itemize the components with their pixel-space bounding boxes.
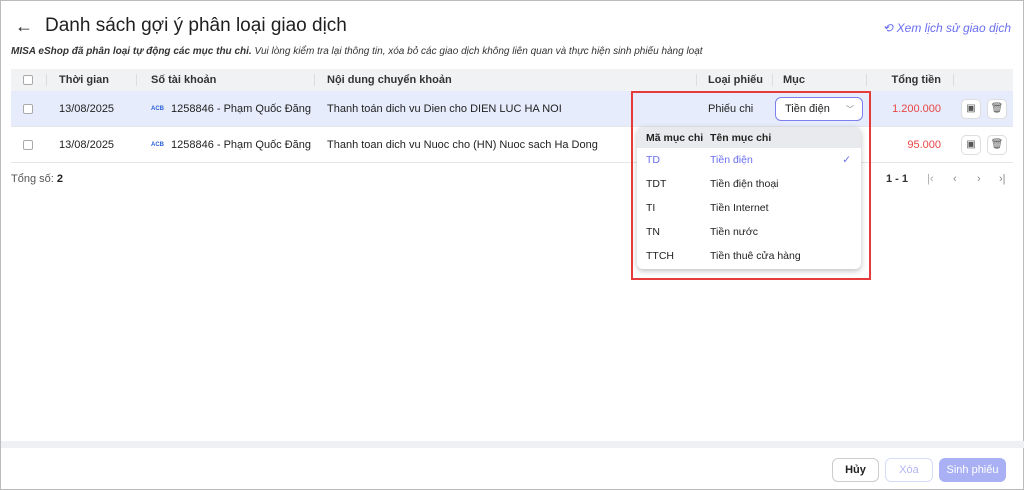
page-title: Danh sách gợi ý phân loại giao dịch [45, 15, 347, 36]
note-text: Vui lòng kiểm tra lại thông tin, xóa bỏ … [251, 46, 703, 57]
row-content: Thanh toán dich vu Dien cho DIEN LUC HA … [327, 102, 562, 115]
history-link[interactable]: ⟲ Xem lịch sử giao dịch [883, 21, 1011, 35]
clipboard-icon[interactable]: ▣ [961, 134, 981, 155]
col-content: Nội dung chuyển khoản [327, 74, 452, 86]
select-all-checkbox[interactable] [23, 75, 33, 85]
last-page-icon[interactable]: ›| [999, 173, 1006, 185]
row-account: 1258846 - Phạm Quốc Đăng [171, 102, 312, 115]
col-total: Tổng tiền [891, 74, 942, 86]
row-content: Thanh toan dich vu Nuoc cho (HN) Nuoc sa… [327, 138, 598, 151]
back-arrow-icon[interactable]: ← [15, 16, 33, 37]
col-time: Thời gian [59, 74, 109, 86]
info-note: MISA eShop đã phân loại tự động các mục … [11, 46, 703, 57]
acb-bank-icon: ACB [151, 141, 164, 148]
note-bold: MISA eShop đã phân loại tự động các mục … [11, 46, 252, 57]
table-header: Thời gian Số tài khoản Nội dung chuyển k… [11, 69, 1013, 91]
col-type: Loại phiếu [708, 74, 763, 86]
trash-icon[interactable]: 🗑 [987, 134, 1007, 155]
row-total: 1.200.000 [892, 102, 941, 115]
delete-button[interactable]: Xóa [885, 458, 933, 482]
history-link-label: Xem lịch sử giao dịch [896, 21, 1011, 35]
row-time: 13/08/2025 [59, 138, 115, 151]
row-checkbox[interactable] [23, 139, 33, 150]
page-range: 1 - 1 [886, 173, 909, 185]
next-page-icon[interactable]: › [977, 173, 981, 185]
total-count: Tổng số: 2 [11, 173, 63, 185]
first-page-icon[interactable]: |‹ [927, 173, 934, 185]
divider [1, 441, 1024, 448]
row-total: 95.000 [907, 138, 941, 151]
row-time: 13/08/2025 [59, 102, 115, 115]
prev-page-icon[interactable]: ‹ [953, 173, 957, 185]
col-account: Số tài khoản [151, 74, 217, 86]
total-label: Tổng số: [11, 173, 54, 185]
history-icon: ⟲ [882, 21, 893, 35]
page-header: ← Danh sách gợi ý phân loại giao dịch [15, 15, 347, 37]
clipboard-icon[interactable]: ▣ [961, 98, 981, 119]
trash-icon[interactable]: 🗑 [987, 98, 1007, 119]
acb-bank-icon: ACB [151, 105, 164, 112]
col-category: Mục [783, 74, 805, 86]
cancel-button[interactable]: Hủy [832, 458, 879, 482]
total-value: 2 [56, 173, 63, 185]
highlight-box [631, 91, 871, 280]
row-checkbox[interactable] [23, 103, 33, 114]
row-account: 1258846 - Phạm Quốc Đăng [171, 138, 312, 151]
generate-button[interactable]: Sinh phiếu [939, 458, 1006, 482]
